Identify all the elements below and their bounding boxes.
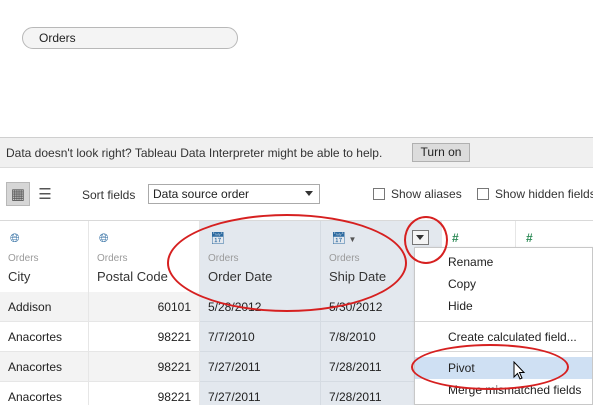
number-icon: # xyxy=(526,231,533,245)
menu-separator xyxy=(415,321,592,322)
column-source: Orders xyxy=(8,253,39,264)
column-header-city[interactable]: 🌐︎ Orders City xyxy=(0,221,88,291)
turn-on-button[interactable]: Turn on xyxy=(412,143,470,162)
list-icon: ☰ xyxy=(38,186,52,203)
column-city: 🌐︎ Orders City Addison Anacortes Anacort… xyxy=(0,221,89,405)
column-name: Postal Code xyxy=(97,269,168,284)
sort-fields-label: Sort fields xyxy=(82,188,136,202)
annotation-ring xyxy=(411,344,569,390)
column-name: City xyxy=(8,269,31,284)
table-pill-orders[interactable]: Orders xyxy=(22,27,238,49)
sort-fields-select[interactable]: Data source order xyxy=(148,184,320,204)
sort-fields-value: Data source order xyxy=(153,187,250,201)
table-cell: Anacortes xyxy=(0,382,88,405)
menu-item-copy[interactable]: Copy xyxy=(415,273,592,295)
show-aliases-label: Show aliases xyxy=(391,187,462,201)
table-cell: 98221 xyxy=(89,352,199,382)
number-icon: # xyxy=(452,231,459,245)
menu-item-hide[interactable]: Hide xyxy=(415,295,592,317)
list-view-button[interactable]: ☰ xyxy=(33,182,57,206)
table-cell: Anacortes xyxy=(0,352,88,382)
interpreter-message: Data doesn't look right? Tableau Data In… xyxy=(6,146,383,160)
table-cell: Anacortes xyxy=(0,322,88,352)
show-hidden-fields-label: Show hidden fields xyxy=(495,187,593,201)
globe-icon: 🌐︎ xyxy=(10,231,20,245)
table-cell: 98221 xyxy=(89,322,199,352)
table-cell: Addison xyxy=(0,292,88,322)
globe-icon: 🌐︎ xyxy=(99,231,109,245)
column-source: Orders xyxy=(97,253,128,264)
table-cell: 7/27/2011 xyxy=(200,352,320,382)
table-cell: 7/27/2011 xyxy=(200,382,320,405)
chevron-down-icon xyxy=(305,191,313,196)
show-hidden-fields-checkbox[interactable] xyxy=(477,188,489,200)
table-cell: 7/7/2010 xyxy=(200,322,320,352)
table-cell: 98221 xyxy=(89,382,199,405)
grid-icon: ▦ xyxy=(10,186,26,203)
grid-view-button[interactable]: ▦ xyxy=(6,182,30,206)
table-cell: 60101 xyxy=(89,292,199,322)
show-aliases-checkbox[interactable] xyxy=(373,188,385,200)
annotation-ring xyxy=(404,216,448,264)
annotation-ring xyxy=(167,214,407,312)
